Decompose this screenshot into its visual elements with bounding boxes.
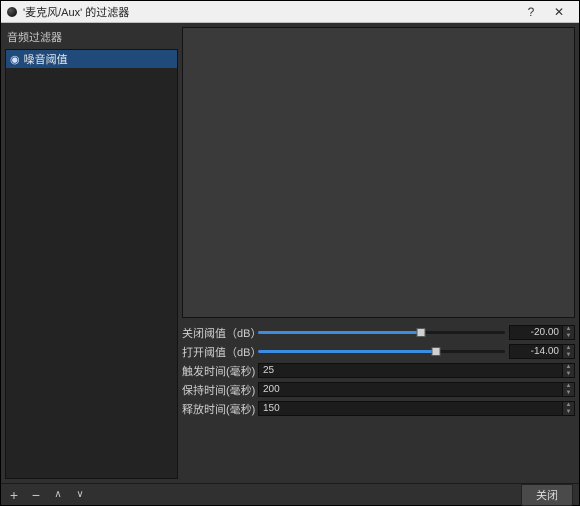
attack-label: 触发时间(毫秒) <box>182 363 258 379</box>
open-threshold-label: 打开阈值（dB） <box>182 344 258 360</box>
close-threshold-spinner[interactable]: ▲▼ <box>563 325 575 340</box>
bottom-toolbar: + − ∧ ∨ 关闭 <box>1 483 579 505</box>
chevron-down-icon[interactable]: ▼ <box>563 352 574 359</box>
close-threshold-label: 关闭阈值（dB） <box>182 325 258 341</box>
help-button[interactable]: ? <box>517 5 545 19</box>
open-threshold-spinner[interactable]: ▲▼ <box>563 344 575 359</box>
filters-dialog: '麦克风/Aux' 的过滤器 ? ✕ 音频过滤器 ◉ 噪音阈值 关闭阈值（dB） <box>0 0 580 506</box>
release-row: 释放时间(毫秒) 150 ▲▼ <box>182 400 575 417</box>
hold-row: 保持时间(毫秒) 200 ▲▼ <box>182 381 575 398</box>
close-threshold-slider[interactable] <box>258 326 505 340</box>
close-threshold-row: 关闭阈值（dB） -20.00 ▲▼ <box>182 324 575 341</box>
hold-spinner[interactable]: ▲▼ <box>563 382 575 397</box>
open-threshold-value[interactable]: -14.00 <box>509 344 563 359</box>
filter-list[interactable]: ◉ 噪音阈值 <box>5 49 178 479</box>
add-filter-button[interactable]: + <box>7 487 21 503</box>
right-panel: 关闭阈值（dB） -20.00 ▲▼ 打开阈值（dB） <box>182 27 575 479</box>
visibility-icon[interactable]: ◉ <box>10 53 20 66</box>
open-threshold-slider[interactable] <box>258 345 505 359</box>
filter-item-label: 噪音阈值 <box>24 51 68 67</box>
filter-item[interactable]: ◉ 噪音阈值 <box>6 50 177 68</box>
params-area: 关闭阈值（dB） -20.00 ▲▼ 打开阈值（dB） <box>182 324 575 479</box>
release-value[interactable]: 150 <box>258 401 563 416</box>
open-threshold-row: 打开阈值（dB） -14.00 ▲▼ <box>182 343 575 360</box>
remove-filter-button[interactable]: − <box>29 487 43 503</box>
attack-spinner[interactable]: ▲▼ <box>563 363 575 378</box>
release-label: 释放时间(毫秒) <box>182 401 258 417</box>
chevron-down-icon[interactable]: ▼ <box>563 333 574 340</box>
hold-value[interactable]: 200 <box>258 382 563 397</box>
hold-label: 保持时间(毫秒) <box>182 382 258 398</box>
app-icon <box>7 7 17 17</box>
filters-header: 音频过滤器 <box>5 27 178 49</box>
close-button[interactable]: 关闭 <box>521 484 573 506</box>
close-threshold-value[interactable]: -20.00 <box>509 325 563 340</box>
preview-area <box>182 27 575 318</box>
attack-row: 触发时间(毫秒) 25 ▲▼ <box>182 362 575 379</box>
release-spinner[interactable]: ▲▼ <box>563 401 575 416</box>
move-down-button[interactable]: ∨ <box>73 489 87 500</box>
move-up-button[interactable]: ∧ <box>51 489 65 500</box>
attack-value[interactable]: 25 <box>258 363 563 378</box>
close-window-button[interactable]: ✕ <box>545 5 573 19</box>
window-title: '麦克风/Aux' 的过滤器 <box>23 4 129 20</box>
chevron-down-icon[interactable]: ▼ <box>563 390 574 397</box>
titlebar: '麦克风/Aux' 的过滤器 ? ✕ <box>1 1 579 23</box>
left-panel: 音频过滤器 ◉ 噪音阈值 <box>5 27 178 479</box>
chevron-down-icon[interactable]: ▼ <box>563 371 574 378</box>
chevron-down-icon[interactable]: ▼ <box>563 409 574 416</box>
